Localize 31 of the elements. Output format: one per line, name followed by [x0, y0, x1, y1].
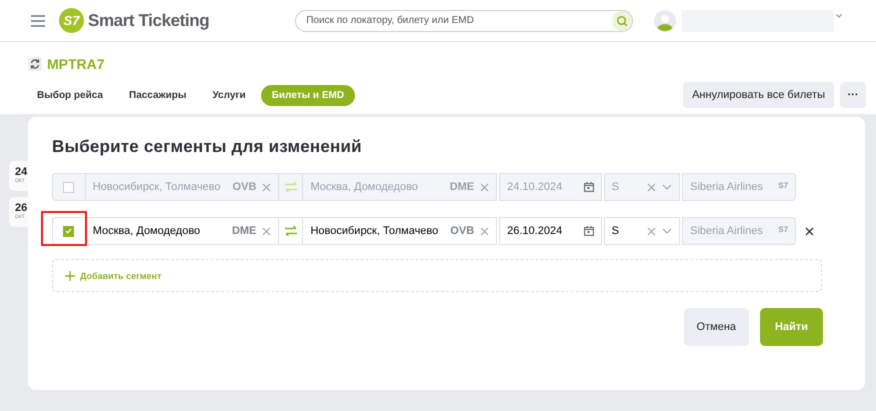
logo-mark: S7 — [59, 8, 84, 33]
cancel-button[interactable]: Отмена — [684, 308, 750, 346]
tab[interactable]: Услуги — [201, 84, 257, 106]
destination-field[interactable]: Новосибирск, Толмачево OVB — [302, 217, 498, 245]
menu-icon[interactable] — [31, 14, 45, 26]
airline-field: Siberia Airlines S7 — [682, 173, 796, 201]
avatar-icon[interactable] — [654, 10, 676, 32]
search-field[interactable]: Поиск по локатору, билету или EMD — [295, 10, 634, 32]
chevron-down-icon[interactable] — [662, 228, 672, 234]
origin-field[interactable]: Москва, Домодедово DME — [84, 217, 280, 245]
tab[interactable]: Выбор рейса — [26, 84, 114, 106]
remove-icon[interactable] — [805, 226, 814, 236]
checkbox[interactable] — [63, 226, 74, 236]
tab[interactable]: Пассажиры — [118, 84, 198, 106]
dialog-title: Выберите сегменты для изменений — [52, 137, 363, 157]
app-name: Smart Ticketing — [88, 10, 210, 30]
clear-icon[interactable] — [480, 226, 490, 236]
clear-icon[interactable] — [262, 226, 272, 236]
airline-field: Siberia Airlines S7 — [682, 217, 796, 245]
plus-icon[interactable] — [65, 270, 75, 280]
swap-icon[interactable] — [284, 225, 298, 237]
cancel-all-button[interactable]: Аннулировать все билеты — [683, 82, 834, 108]
booking-locator: MPTRA7 — [47, 56, 105, 72]
caret-icon[interactable] — [836, 14, 842, 18]
clear-icon[interactable] — [647, 226, 656, 236]
class-field[interactable]: S — [604, 217, 680, 245]
more-button[interactable]: ··· — [840, 82, 866, 108]
date-field[interactable]: 26.10.2024 — [499, 217, 602, 245]
search-icon[interactable] — [612, 10, 632, 30]
calendar-icon[interactable] — [584, 226, 594, 236]
refresh-icon[interactable] — [28, 57, 42, 71]
